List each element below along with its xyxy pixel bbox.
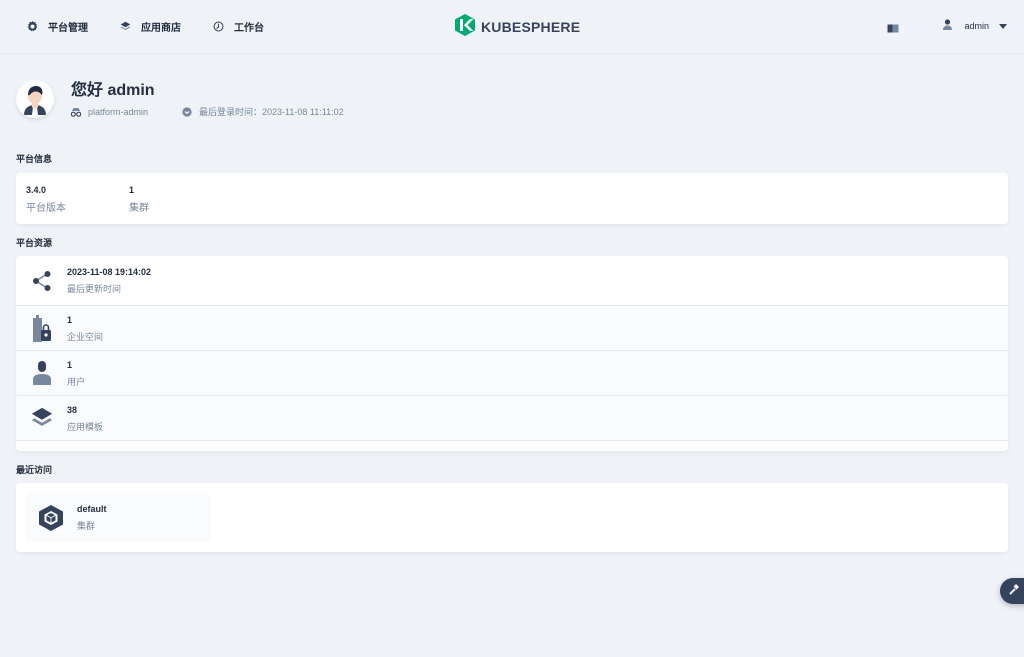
user-profile: 您好 admin platform-admin 最后登录时间：2023-11-0…: [16, 80, 378, 118]
resource-row-users[interactable]: 1 用户: [16, 351, 1008, 396]
nav-item-workbench[interactable]: 工作台: [212, 15, 264, 39]
resource-row-app-templates[interactable]: 38 应用模板: [16, 396, 1008, 441]
share-nodes-icon: [31, 267, 53, 295]
platform-info-card: 3.4.0 平台版本 1 集群: [16, 173, 1008, 224]
resource-row-last-updated: 2023-11-08 19:14:02 最后更新时间: [16, 256, 1008, 306]
profile-info: 您好 admin platform-admin 最后登录时间：2023-11-0…: [71, 80, 378, 118]
recent-card: default 集群: [16, 483, 1008, 552]
resource-row-workspaces[interactable]: 1 企业空间: [16, 306, 1008, 351]
recent-item[interactable]: default 集群: [26, 493, 211, 542]
recent-title: 最近访问: [16, 465, 53, 475]
nav-menu: 平台管理 应用商店 工作台: [26, 15, 295, 39]
nav-item-label: 工作台: [234, 23, 264, 34]
platform-resources-card: 2023-11-08 19:14:02 最后更新时间 1 企业空间 1 用户 3…: [16, 256, 1008, 451]
resource-value: 38: [67, 404, 78, 415]
theme-toggle-icon[interactable]: [887, 21, 899, 32]
info-label: 平台版本: [26, 203, 66, 214]
cluster-icon: [38, 504, 64, 532]
nav-item-label: 平台管理: [48, 23, 88, 34]
resource-label: 企业空间: [67, 331, 104, 342]
nav-item-app-store[interactable]: 应用商店: [119, 15, 181, 39]
user-icon: [31, 359, 53, 387]
user-menu[interactable]: admin: [943, 19, 1007, 32]
profile-meta: platform-admin 最后登录时间：2023-11-08 11:11:0…: [71, 105, 378, 118]
gear-icon: [26, 21, 38, 33]
last-login-text: 最后登录时间：2023-11-08 11:11:02: [199, 107, 344, 117]
nav-item-label: 应用商店: [141, 23, 181, 34]
resource-label: 应用模板: [67, 421, 104, 432]
kubesphere-logo-icon: [455, 13, 475, 41]
recent-item-name: default: [77, 503, 107, 514]
toolbox-button[interactable]: [1000, 578, 1024, 604]
role-icon: [71, 107, 81, 117]
info-item-clusters: 1 集群: [129, 184, 232, 214]
role-text: platform-admin: [88, 106, 149, 117]
role: platform-admin: [71, 107, 148, 117]
info-value: 3.4.0: [26, 185, 47, 195]
hammer-icon: [1008, 582, 1020, 600]
workbench-icon: [212, 21, 224, 33]
workspace-icon: [31, 314, 53, 342]
top-navigation: 平台管理 应用商店 工作台 KUBESPHERE admin: [0, 0, 1024, 54]
resource-label: 用户: [67, 376, 86, 387]
logo-text: KUBESPHERE: [481, 19, 581, 35]
nav-right: admin: [887, 19, 1007, 32]
clock-icon: [182, 106, 192, 117]
last-login: 最后登录时间：2023-11-08 11:11:02: [182, 105, 344, 118]
resource-value: 2023-11-08 19:14:02: [67, 267, 152, 277]
nav-item-platform-management[interactable]: 平台管理: [26, 15, 88, 39]
info-item-version: 3.4.0 平台版本: [26, 184, 129, 214]
info-label: 集群: [129, 203, 149, 214]
platform-info-title: 平台信息: [16, 154, 53, 164]
app-store-icon: [119, 21, 131, 33]
user-icon: [943, 19, 953, 32]
avatar: [16, 80, 54, 118]
kubesphere-logo[interactable]: KUBESPHERE: [455, 13, 581, 41]
layers-icon: [31, 404, 53, 432]
greeting: 您好 admin: [71, 82, 155, 99]
chevron-down-icon: [999, 21, 1007, 31]
resource-label: 最后更新时间: [67, 284, 122, 294]
resource-value: 1: [67, 314, 73, 325]
user-name: admin: [964, 20, 989, 31]
info-value: 1: [129, 185, 135, 195]
platform-resources-title: 平台资源: [16, 238, 53, 248]
resource-value: 1: [67, 359, 73, 370]
recent-item-label: 集群: [77, 520, 96, 531]
